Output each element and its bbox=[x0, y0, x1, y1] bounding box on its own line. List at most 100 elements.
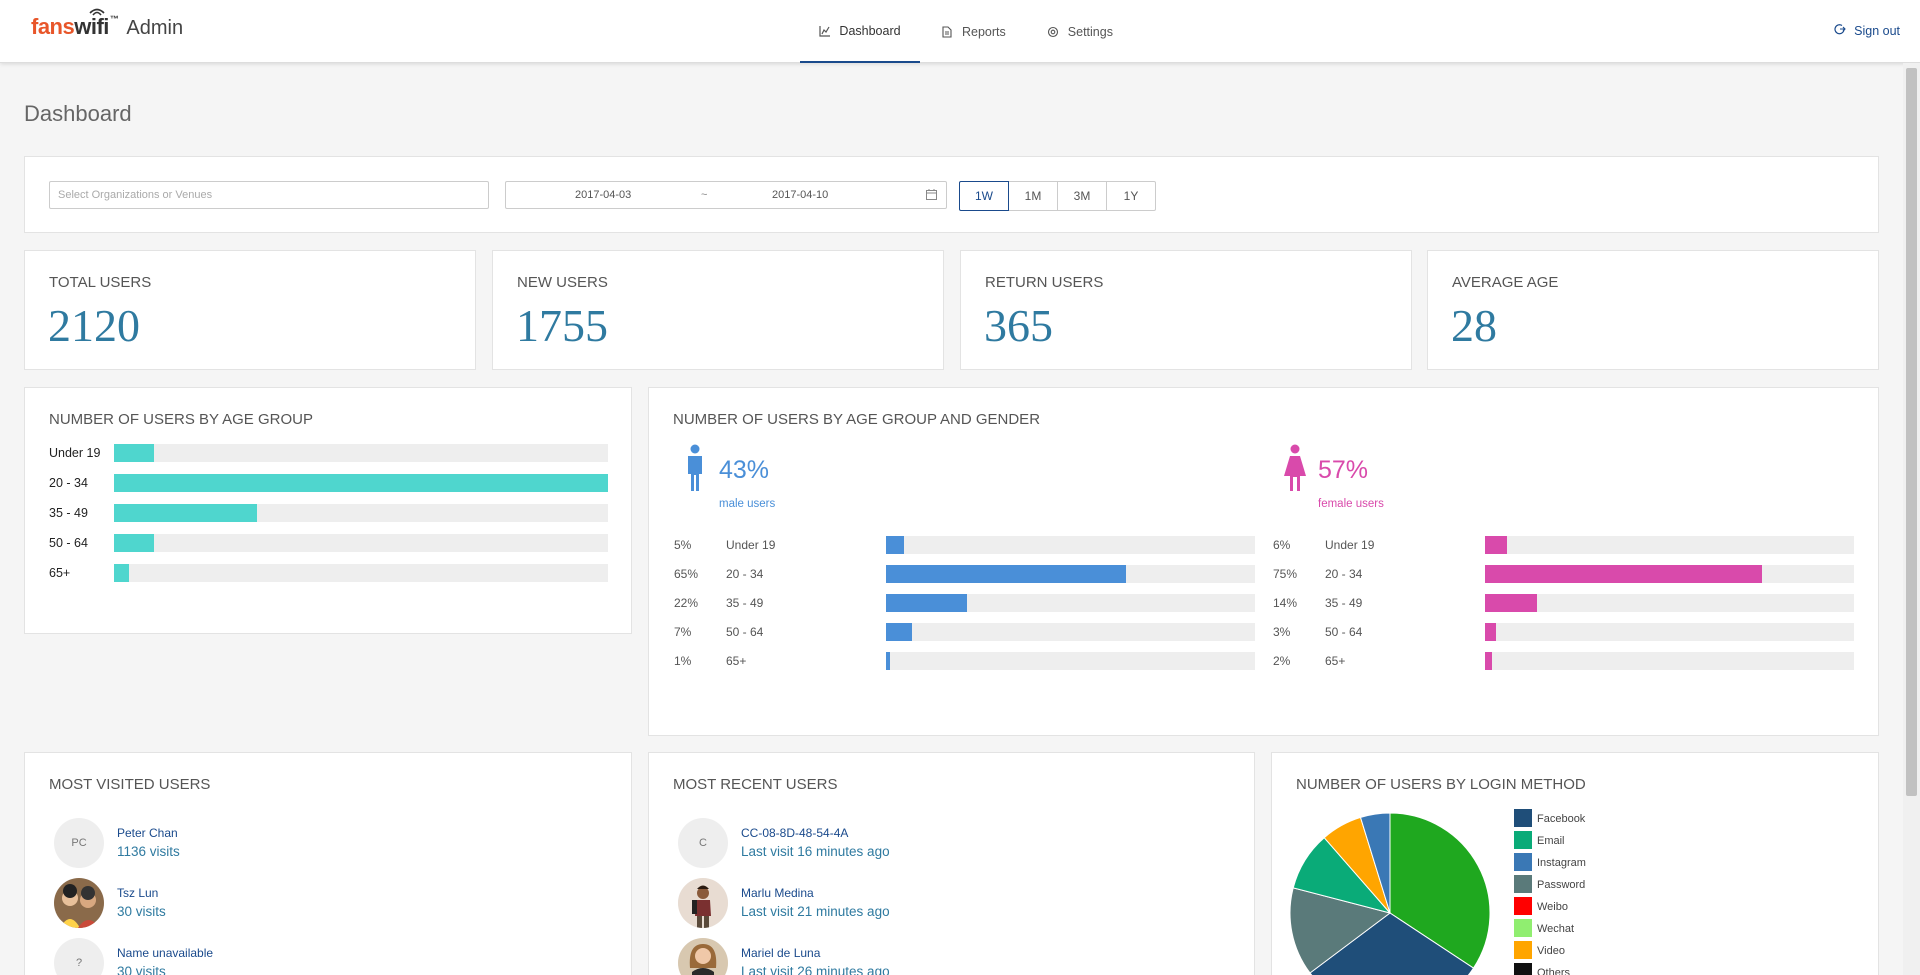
gender-age-card: NUMBER OF USERS BY AGE GROUP AND GENDER … bbox=[648, 387, 1879, 736]
avatar-photo bbox=[678, 878, 728, 928]
filter-panel: Select Organizations or Venues 2017-04-0… bbox=[24, 156, 1879, 233]
date-separator: ~ bbox=[701, 189, 708, 201]
stat-label: AVERAGE AGE bbox=[1452, 274, 1559, 291]
page-title: Dashboard bbox=[24, 101, 132, 126]
avatar: ? bbox=[54, 938, 104, 975]
visit-count: 30 visits bbox=[117, 904, 166, 919]
age-bar-label: 50 - 64 bbox=[49, 536, 88, 550]
list-item[interactable]: Mariel de Luna Last visit 26 minutes ago bbox=[673, 938, 1173, 975]
legend-item[interactable]: Wechat bbox=[1514, 919, 1634, 937]
card-title: MOST RECENT USERS bbox=[673, 776, 838, 793]
avatar bbox=[54, 878, 104, 928]
organization-venue-select[interactable]: Select Organizations or Venues bbox=[49, 181, 489, 209]
legend-item[interactable]: Facebook bbox=[1514, 809, 1634, 827]
male-column: 43% male users 5% Under 19 65% 20 - 34 22% 35… bbox=[671, 388, 1271, 737]
age-bar-track bbox=[114, 474, 608, 492]
legend-item[interactable]: Weibo bbox=[1514, 897, 1634, 915]
sign-out-label: Sign out bbox=[1854, 23, 1900, 38]
stat-card-return-users: RETURN USERS 365 bbox=[960, 250, 1412, 370]
user-name[interactable]: Peter Chan bbox=[117, 826, 178, 840]
gender-bar-row: 3% 50 - 64 bbox=[1270, 623, 1870, 641]
legend-label: Video bbox=[1537, 945, 1565, 957]
avatar bbox=[678, 938, 728, 975]
range-button-1w[interactable]: 1W bbox=[959, 181, 1009, 211]
gender-bar-track bbox=[886, 652, 1255, 670]
stat-card-average-age: AVERAGE AGE 28 bbox=[1427, 250, 1879, 370]
gender-bar-row: 22% 35 - 49 bbox=[671, 594, 1271, 612]
gender-bar-track bbox=[1485, 652, 1854, 670]
gender-bar-percent: 22% bbox=[674, 596, 699, 610]
list-item[interactable]: C CC-08-8D-48-54-4A Last visit 16 minute… bbox=[673, 818, 1173, 868]
gender-bar-row: 1% 65+ bbox=[671, 652, 1271, 670]
avatar-photo bbox=[678, 938, 728, 975]
logo-trademark: ™ bbox=[109, 14, 119, 24]
female-column: 57% female users 6% Under 19 75% 20 - 34 14%… bbox=[1270, 388, 1870, 737]
age-bar bbox=[114, 504, 257, 522]
range-button-3m[interactable]: 3M bbox=[1057, 181, 1107, 211]
gender-bar bbox=[1485, 623, 1496, 641]
legend-item[interactable]: Email bbox=[1514, 831, 1634, 849]
legend-label: Weibo bbox=[1537, 901, 1568, 913]
date-range-picker[interactable]: 2017-04-03 ~ 2017-04-10 bbox=[505, 181, 947, 209]
gender-bar bbox=[886, 652, 890, 670]
gender-bar-track bbox=[886, 623, 1255, 641]
main-nav: Dashboard Reports Settings bbox=[800, 0, 1133, 63]
sign-out-button[interactable]: Sign out bbox=[1834, 23, 1900, 38]
legend-swatch bbox=[1514, 897, 1532, 915]
user-name[interactable]: Mariel de Luna bbox=[741, 946, 820, 960]
legend-item[interactable]: Instagram bbox=[1514, 853, 1634, 871]
legend-item[interactable]: Password bbox=[1514, 875, 1634, 893]
gender-bar bbox=[886, 623, 912, 641]
gender-bar-track bbox=[886, 565, 1255, 583]
age-bar-row: 50 - 64 bbox=[49, 534, 609, 552]
age-bar-track bbox=[114, 534, 608, 552]
nav-tab-dashboard[interactable]: Dashboard bbox=[800, 0, 920, 63]
male-person-icon bbox=[688, 444, 702, 491]
age-bar-row: 65+ bbox=[49, 564, 609, 582]
user-name[interactable]: Tsz Lun bbox=[117, 886, 158, 900]
legend-item[interactable]: Others bbox=[1514, 963, 1634, 975]
gender-bar-row: 5% Under 19 bbox=[671, 536, 1271, 554]
legend-label: Facebook bbox=[1537, 813, 1586, 825]
legend-label: Email bbox=[1537, 835, 1565, 847]
nav-tab-label: Settings bbox=[1067, 24, 1113, 39]
age-bar-track bbox=[114, 564, 608, 582]
list-item[interactable]: Tsz Lun 30 visits bbox=[49, 878, 549, 928]
gender-bar bbox=[1485, 536, 1507, 554]
age-bar bbox=[114, 534, 154, 552]
gender-bar-label: 65+ bbox=[1325, 654, 1346, 668]
legend-item[interactable]: Video bbox=[1514, 941, 1634, 959]
gender-bar-label: 50 - 64 bbox=[726, 625, 764, 639]
range-button-1y[interactable]: 1Y bbox=[1106, 181, 1156, 211]
date-end[interactable]: 2017-04-10 bbox=[772, 189, 828, 201]
brand-logo[interactable]: fanswifi™ Admin bbox=[31, 8, 183, 40]
gender-bar-label: 35 - 49 bbox=[726, 596, 764, 610]
list-item[interactable]: ? Name unavailable 30 visits bbox=[49, 938, 549, 975]
user-name[interactable]: Marlu Medina bbox=[741, 886, 814, 900]
page-scrollbar-thumb[interactable] bbox=[1906, 68, 1917, 796]
date-start[interactable]: 2017-04-03 bbox=[575, 189, 631, 201]
list-item[interactable]: PC Peter Chan 1136 visits bbox=[49, 818, 549, 868]
calendar-icon[interactable] bbox=[926, 189, 937, 203]
gender-bar-percent: 5% bbox=[674, 538, 692, 552]
user-name[interactable]: CC-08-8D-48-54-4A bbox=[741, 826, 848, 840]
legend-swatch bbox=[1514, 831, 1532, 849]
male-users-label: male users bbox=[719, 498, 776, 510]
user-name[interactable]: Name unavailable bbox=[117, 946, 213, 960]
gender-bar-track bbox=[1485, 565, 1854, 583]
list-item[interactable]: Marlu Medina Last visit 21 minutes ago bbox=[673, 878, 1173, 928]
age-bar bbox=[114, 474, 608, 492]
stat-value: 1755 bbox=[516, 300, 608, 351]
legend-label: Wechat bbox=[1537, 923, 1575, 935]
last-visit: Last visit 26 minutes ago bbox=[741, 964, 890, 975]
age-bar-row: 20 - 34 bbox=[49, 474, 609, 492]
top-navbar: fanswifi™ Admin Dashboard Reports Settin bbox=[0, 0, 1920, 63]
range-button-1m[interactable]: 1M bbox=[1008, 181, 1058, 211]
login-method-pie-chart bbox=[1290, 812, 1491, 975]
stat-label: NEW USERS bbox=[517, 274, 608, 291]
gender-bar-percent: 75% bbox=[1273, 567, 1298, 581]
nav-tab-reports[interactable]: Reports bbox=[920, 0, 1026, 63]
gender-bar-row: 14% 35 - 49 bbox=[1270, 594, 1870, 612]
nav-tab-settings[interactable]: Settings bbox=[1026, 0, 1133, 63]
most-visited-users-card: MOST VISITED USERS PC Peter Chan 1136 vi… bbox=[24, 752, 632, 975]
